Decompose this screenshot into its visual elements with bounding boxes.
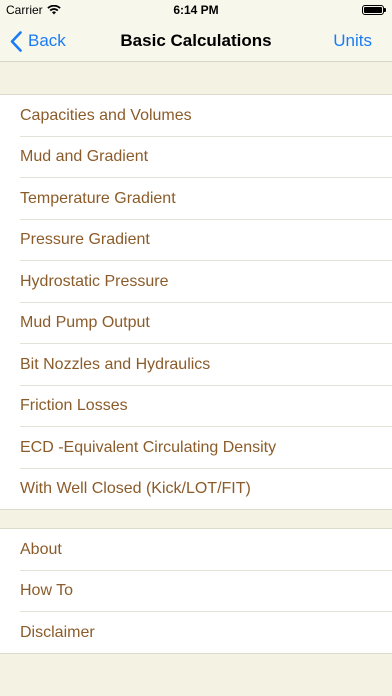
- list-item-about[interactable]: About: [0, 529, 392, 571]
- list-item-label: Pressure Gradient: [20, 231, 150, 249]
- list-item-bit-nozzles-and-hydraulics[interactable]: Bit Nozzles and Hydraulics: [0, 344, 392, 386]
- list-item-label: ECD -Equivalent Circulating Density: [20, 438, 277, 456]
- list-item-label: Mud Pump Output: [20, 314, 150, 332]
- list-item-with-well-closed[interactable]: With Well Closed (Kick/LOT/FIT): [0, 469, 392, 511]
- list-item-how-to[interactable]: How To: [0, 571, 392, 613]
- list-item-label: Disclaimer: [20, 623, 95, 641]
- list-item-pressure-gradient[interactable]: Pressure Gradient: [0, 220, 392, 262]
- list-item-label: Bit Nozzles and Hydraulics: [20, 355, 211, 373]
- list-item-label: Friction Losses: [20, 397, 128, 415]
- clock: 6:14 PM: [173, 3, 219, 17]
- status-bar: Carrier 6:14 PM: [0, 0, 392, 20]
- calculations-list: Capacities and Volumes Mud and Gradient …: [0, 94, 392, 510]
- list-item-label: Hydrostatic Pressure: [20, 272, 169, 290]
- list-item-label: With Well Closed (Kick/LOT/FIT): [20, 480, 251, 498]
- list-item-label: About: [20, 540, 62, 558]
- list-item-mud-pump-output[interactable]: Mud Pump Output: [0, 303, 392, 345]
- chevron-left-icon: [10, 30, 22, 52]
- list-item-label: How To: [20, 582, 74, 600]
- list-item-label: Temperature Gradient: [20, 189, 176, 207]
- list-item-ecd[interactable]: ECD -Equivalent Circulating Density: [0, 427, 392, 469]
- units-button[interactable]: Units: [333, 20, 372, 62]
- list-item-label: Mud and Gradient: [20, 148, 149, 166]
- list-item-hydrostatic-pressure[interactable]: Hydrostatic Pressure: [0, 261, 392, 303]
- navigation-bar: Back Basic Calculations Units: [0, 20, 392, 62]
- list-item-label: Capacities and Volumes: [20, 106, 192, 124]
- list-item-disclaimer[interactable]: Disclaimer: [0, 612, 392, 654]
- list-item-temperature-gradient[interactable]: Temperature Gradient: [0, 178, 392, 220]
- list-item-capacities-and-volumes[interactable]: Capacities and Volumes: [0, 95, 392, 137]
- info-list: About How To Disclaimer: [0, 528, 392, 654]
- back-button[interactable]: Back: [10, 20, 66, 62]
- list-item-mud-and-gradient[interactable]: Mud and Gradient: [0, 137, 392, 179]
- list-item-friction-losses[interactable]: Friction Losses: [0, 386, 392, 428]
- battery-icon: [362, 5, 386, 15]
- back-label: Back: [28, 31, 66, 50]
